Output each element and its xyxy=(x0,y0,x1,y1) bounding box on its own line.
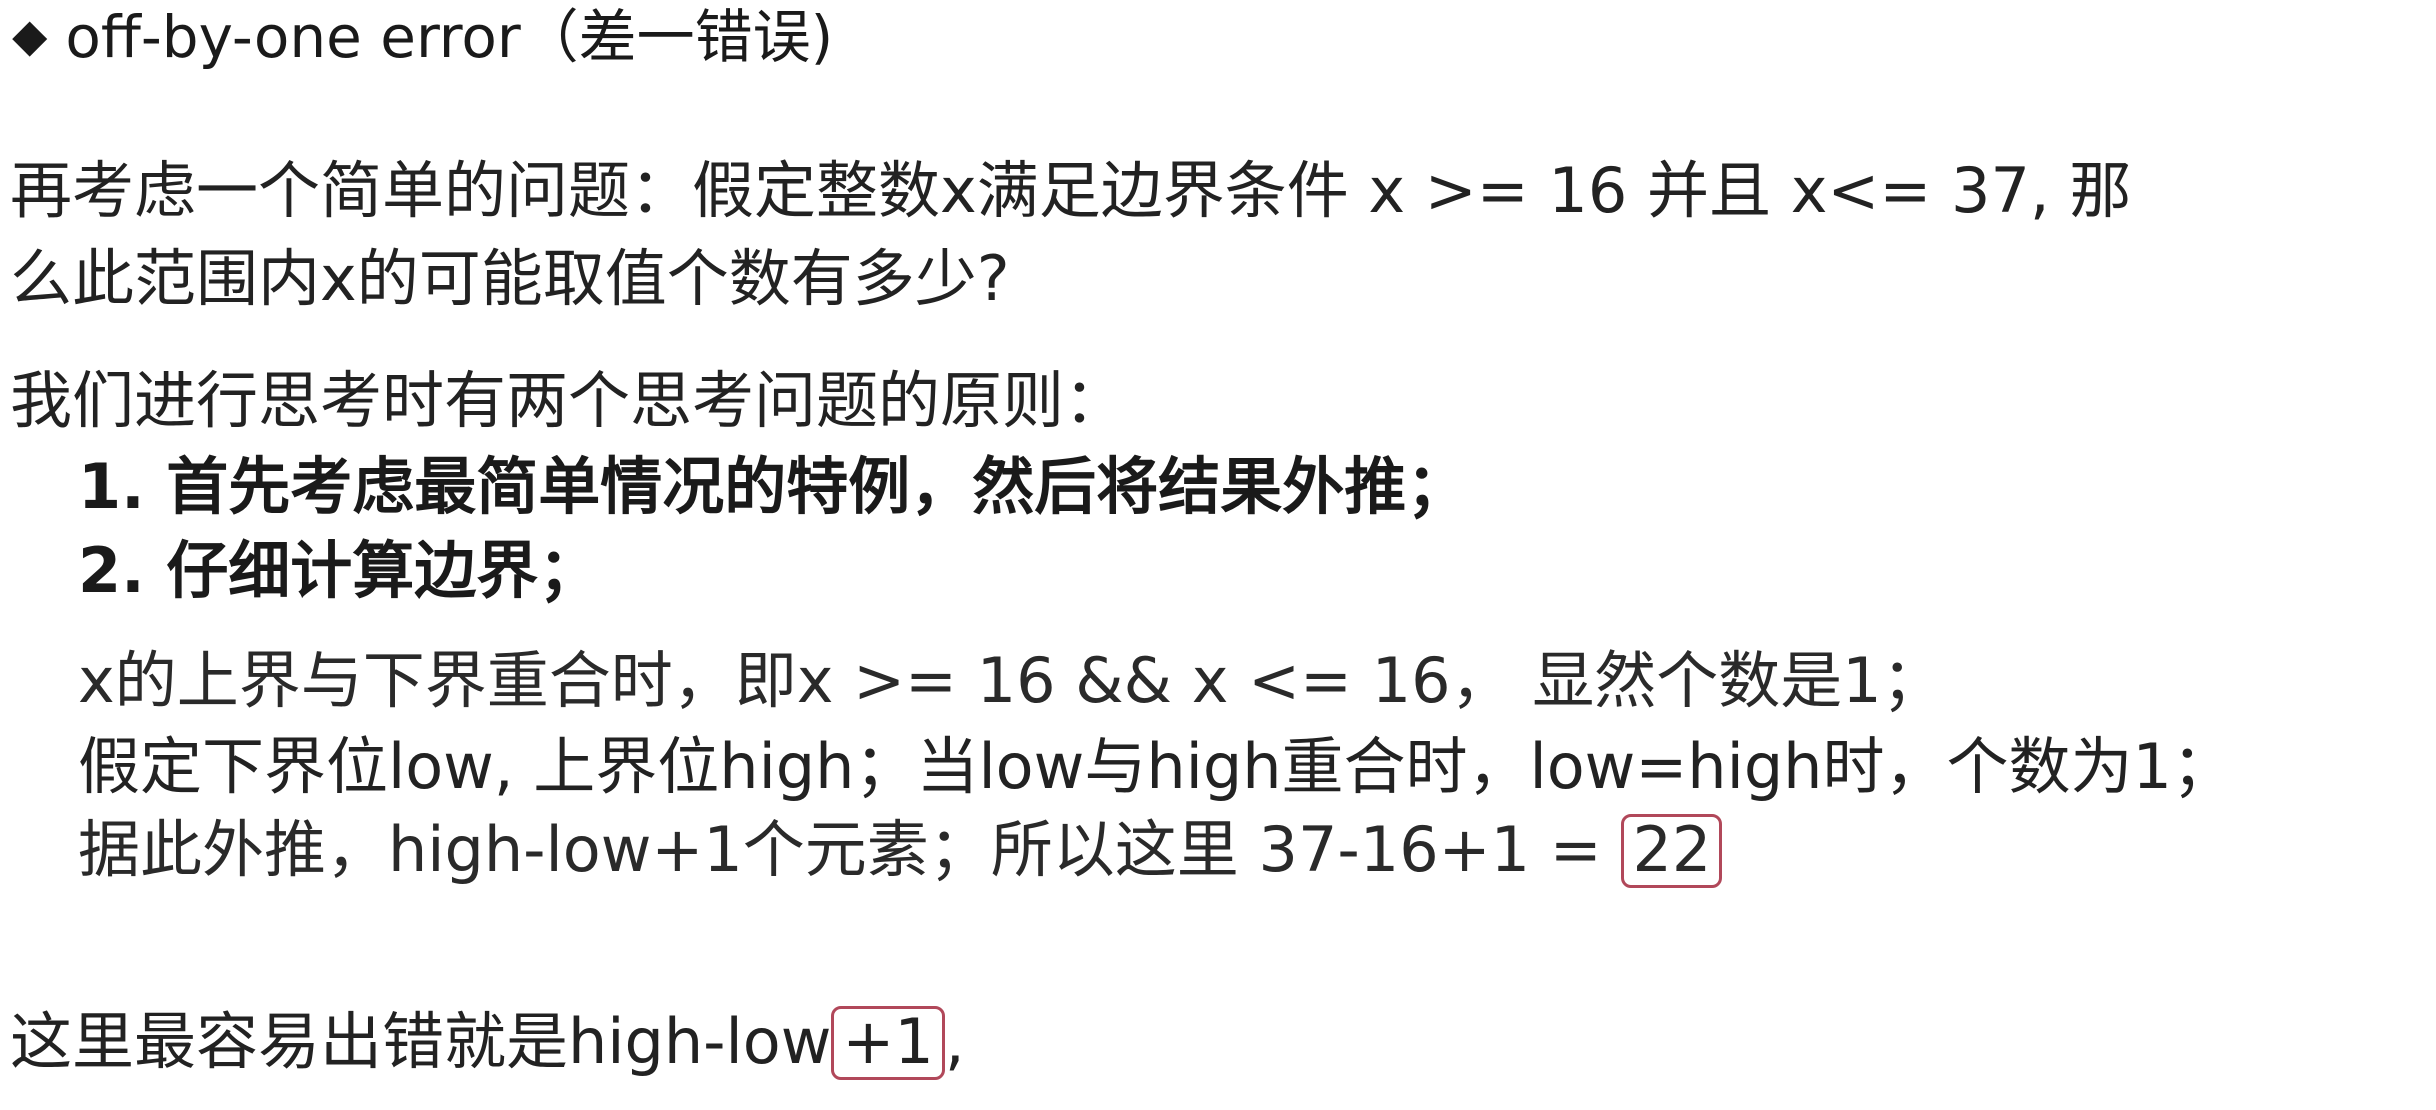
diamond-bullet-icon: ◆ xyxy=(12,8,48,62)
plus-one-highlight-box: +1 xyxy=(831,1006,945,1080)
slide-title: ◆ off-by-one error（差一错误) xyxy=(12,8,833,66)
explanation-line-2: 假定下界位low, 上界位high；当low与high重合时，low=high时… xyxy=(78,730,2234,803)
question-line-1: 再考虑一个简单的问题：假定整数x满足边界条件 x >= 16 并且 x<= 37… xyxy=(10,154,2132,227)
principle-item-1: 1. 首先考虑最简单情况的特例，然后将结果外推； xyxy=(78,450,1469,523)
explanation-line-1: x的上界与下界重合时，即x >= 16 && x <= 16， 显然个数是1； xyxy=(78,644,1944,717)
slide-title-text: off-by-one error（差一错误) xyxy=(65,3,834,71)
explanation-line-3: 据此外推，high-low+1个元素；所以这里 37-16+1 = 22 xyxy=(78,813,1723,888)
principles-intro: 我们进行思考时有两个思考问题的原则： xyxy=(10,364,1127,437)
explanation-line-3-text: 据此外推，high-low+1个元素；所以这里 37-16+1 = xyxy=(78,813,1602,886)
question-line-2: 么此范围内x的可能取值个数有多少? xyxy=(10,242,1010,315)
conclusion-text: 这里最容易出错就是high-low xyxy=(10,1005,832,1078)
answer-highlight-box: 22 xyxy=(1621,814,1723,888)
principle-item-2: 2. 仔细计算边界； xyxy=(78,534,601,607)
conclusion-line: 这里最容易出错就是high-low +1, xyxy=(10,1006,965,1080)
conclusion-suffix: , xyxy=(944,1005,965,1078)
